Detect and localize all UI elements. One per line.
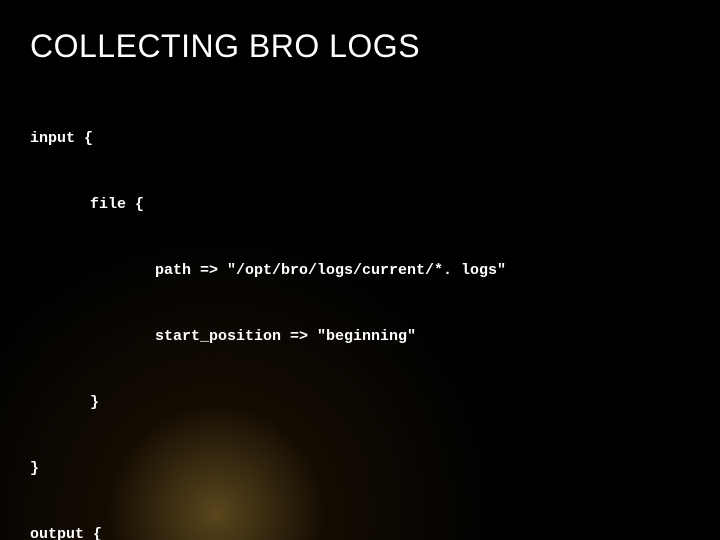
slide-title: COLLECTING BRO LOGS xyxy=(30,28,690,65)
slide: COLLECTING BRO LOGS input { file { path … xyxy=(0,0,720,540)
code-line: start_position => "beginning" xyxy=(30,320,690,353)
code-line: } xyxy=(30,386,690,419)
code-line: path => "/opt/bro/logs/current/*. logs" xyxy=(30,254,690,287)
code-line: output { xyxy=(30,518,690,540)
code-line: } xyxy=(30,452,690,485)
code-line: input { xyxy=(30,122,690,155)
code-block: input { file { path => "/opt/bro/logs/cu… xyxy=(30,89,690,540)
code-line: file { xyxy=(30,188,690,221)
